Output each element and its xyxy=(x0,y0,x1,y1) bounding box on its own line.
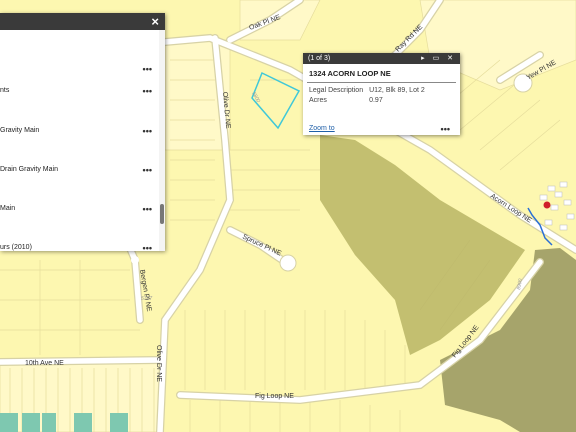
field-value: 0.97 xyxy=(369,97,383,104)
layer-item-label: Main xyxy=(0,205,16,212)
more-options-icon[interactable]: ••• xyxy=(143,84,152,98)
popup-field-row: Acres 0.97 xyxy=(309,97,431,107)
close-icon[interactable]: × xyxy=(151,14,159,29)
more-options-icon[interactable]: ••• xyxy=(143,163,152,177)
layer-item-label: nts xyxy=(0,87,10,94)
layer-item-label: Gravity Main xyxy=(0,127,40,134)
popup-title: 1324 ACORN LOOP NE xyxy=(309,69,391,78)
svg-text:5707: 5707 xyxy=(141,296,152,302)
field-value: U12, Blk 89, Lot 2 xyxy=(369,87,425,94)
zoom-to-link[interactable]: Zoom to xyxy=(309,125,335,132)
layer-panel-scrollbar[interactable] xyxy=(159,30,165,251)
popup-counter: (1 of 3) xyxy=(308,55,331,62)
road-label-olive-2: Olive Dr NE xyxy=(155,345,162,382)
more-options-icon[interactable]: ••• xyxy=(143,202,152,216)
popup-window-controls[interactable]: ▸ ▭ ✕ xyxy=(421,53,456,64)
popup-divider xyxy=(307,82,456,83)
more-options-icon[interactable]: ••• xyxy=(143,124,152,138)
layer-item-label: urs (2010) xyxy=(0,244,32,251)
field-name: Legal Description xyxy=(309,87,364,94)
more-options-icon[interactable]: ••• xyxy=(143,62,152,76)
more-options-icon[interactable]: ••• xyxy=(441,124,450,134)
popup-header: (1 of 3) ▸ ▭ ✕ xyxy=(303,53,460,64)
road-label-10th: 10th Ave NE xyxy=(25,360,64,367)
popup-fields: Legal Description U12, Blk 89, Lot 2 Acr… xyxy=(309,87,431,107)
scrollbar-thumb[interactable] xyxy=(160,204,164,224)
more-options-icon[interactable]: ••• xyxy=(143,241,152,251)
location-marker[interactable] xyxy=(543,201,551,209)
layer-item[interactable]: ••• xyxy=(0,62,160,76)
layer-item-label: Drain Gravity Main xyxy=(0,166,58,173)
layer-list-panel: × ••• nts ••• Gravity Main ••• Drain Gra… xyxy=(0,13,165,251)
layer-panel-header: × xyxy=(0,13,165,30)
layer-item[interactable]: Gravity Main ••• xyxy=(0,124,160,138)
layer-item[interactable]: nts ••• xyxy=(0,84,160,98)
layer-item[interactable]: Main ••• xyxy=(0,202,160,216)
layer-item[interactable]: Drain Gravity Main ••• xyxy=(0,163,160,177)
feature-popup: (1 of 3) ▸ ▭ ✕ 1324 ACORN LOOP NE Legal … xyxy=(303,53,460,135)
layer-item[interactable]: urs (2010) ••• xyxy=(0,241,160,251)
field-name: Acres xyxy=(309,97,327,104)
road-label-fig-1: Fig Loop NE xyxy=(255,393,294,400)
popup-field-row: Legal Description U12, Blk 89, Lot 2 xyxy=(309,87,431,97)
